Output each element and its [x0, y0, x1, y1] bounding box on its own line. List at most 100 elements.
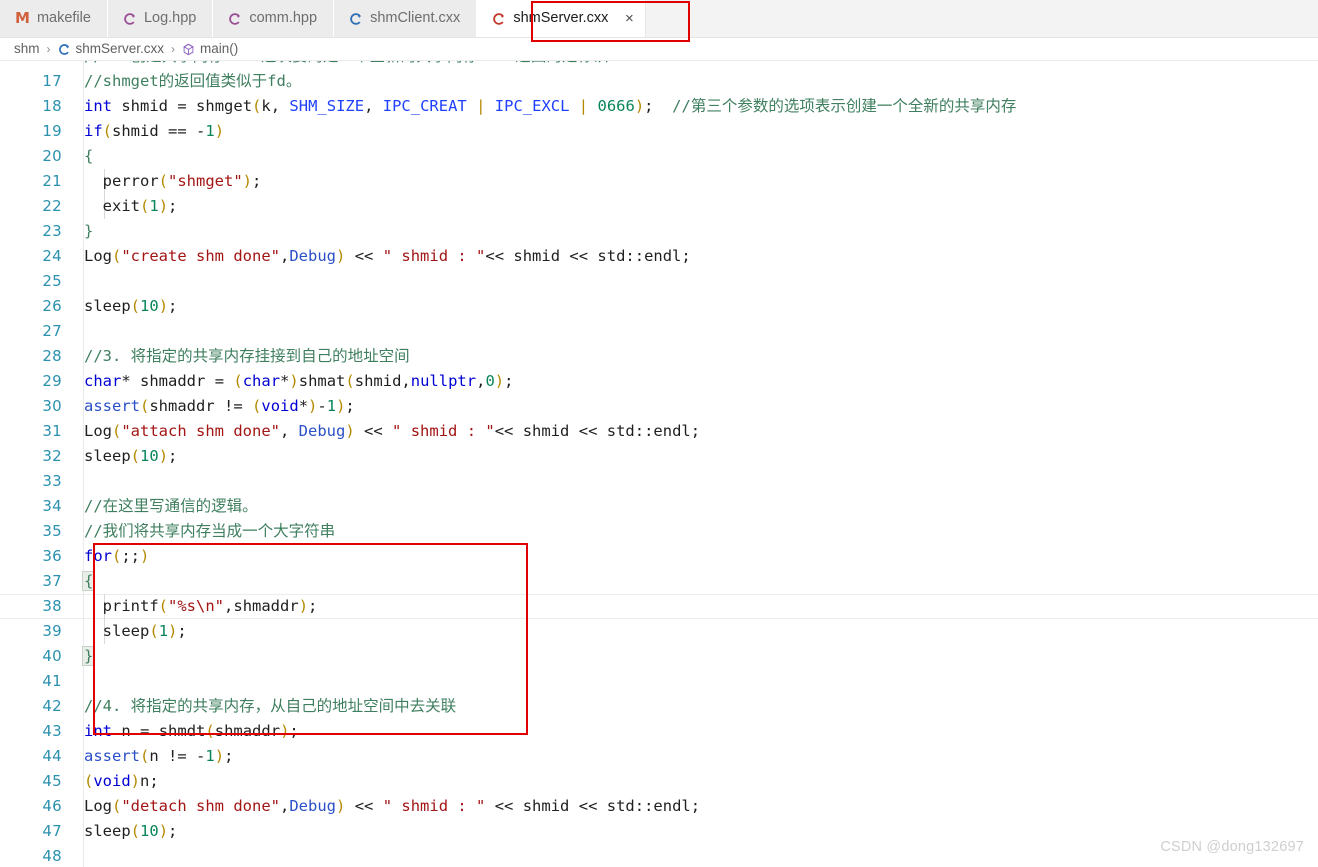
line-number: 43: [42, 722, 62, 740]
code-line-29[interactable]: 29 char* shmaddr = (char*)shmat(shmid,nu…: [0, 369, 1318, 394]
matched-bracket-close: }: [81, 646, 96, 666]
code-lines[interactable]: 17 //shmget的返回值类似于fd。 18 int shmid = shm…: [0, 69, 1318, 867]
line-number: 18: [42, 97, 62, 115]
code-line-42[interactable]: 42 //4. 将指定的共享内存，从自己的地址空间中去关联: [0, 694, 1318, 719]
line-number: 38: [42, 597, 62, 615]
comment-text: //shmget的返回值类似于fd。: [84, 72, 302, 90]
tab-label: comm.hpp: [249, 10, 318, 27]
code-line-17[interactable]: 17 //shmget的返回值类似于fd。: [0, 69, 1318, 94]
line-number: 21: [42, 172, 62, 190]
code-line-20[interactable]: 20 {: [0, 144, 1318, 169]
line-number: 19: [42, 122, 62, 140]
code-line-21[interactable]: 21 perror("shmget");: [0, 169, 1318, 194]
tab-shmclient-cxx[interactable]: shmClient.cxx: [334, 0, 478, 37]
breadcrumb-label: shmServer.cxx: [75, 41, 165, 57]
code-line-18[interactable]: 18 int shmid = shmget(k, SHM_SIZE, IPC_C…: [0, 94, 1318, 119]
code-line-19[interactable]: 19 if(shmid == -1): [0, 119, 1318, 144]
code-line-23[interactable]: 23 }: [0, 219, 1318, 244]
line-number: 41: [42, 672, 62, 690]
line-number: 33: [42, 472, 62, 490]
editor-tab-bar: M makefile Log.hpp comm.hpp shmClient.cx…: [0, 0, 1318, 42]
line-number: 28: [42, 347, 62, 365]
cpp-header-icon: [228, 12, 242, 26]
code-line-34[interactable]: 34 //在这里写通信的逻辑。: [0, 494, 1318, 519]
code-line-36[interactable]: 36 for(;;): [0, 544, 1318, 569]
code-line-32[interactable]: 32 sleep(10);: [0, 444, 1318, 469]
code-line-47[interactable]: 47 sleep(10);: [0, 819, 1318, 844]
tab-log-hpp[interactable]: Log.hpp: [107, 0, 214, 37]
tab-label: shmServer.cxx: [513, 10, 609, 27]
code-line-31[interactable]: 31 Log("attach shm done", Debug) << " sh…: [0, 419, 1318, 444]
line-number: 48: [42, 847, 62, 865]
tab-bar-empty-space: [646, 0, 1318, 37]
breadcrumb-label: main(): [200, 41, 239, 57]
code-line-40[interactable]: 40 }: [0, 644, 1318, 669]
code-line-38[interactable]: 38 printf("%s\n",shmaddr);: [0, 594, 1318, 619]
code-line-48[interactable]: 48: [0, 844, 1318, 867]
line-number: 39: [42, 622, 62, 640]
code-line-43[interactable]: 43 int n = shmdt(shmaddr);: [0, 719, 1318, 744]
code-line-44[interactable]: 44 assert(n != -1);: [0, 744, 1318, 769]
line-number: 42: [42, 697, 62, 715]
line-number: 17: [42, 72, 62, 90]
line-number: 30: [42, 397, 62, 415]
line-number: 35: [42, 522, 62, 540]
line-content: //2. 创建共享内存 这次要的是一个全新的共享内存 返回的是标识: [84, 61, 1318, 69]
code-line-46[interactable]: 46 Log("detach shm done",Debug) << " shm…: [0, 794, 1318, 819]
line-number: 22: [42, 197, 62, 215]
line-number: 40: [42, 647, 62, 665]
line-number: 29: [42, 372, 62, 390]
tab-makefile[interactable]: M makefile: [0, 0, 108, 37]
cpp-source-icon: [58, 43, 71, 56]
code-line-33[interactable]: 33: [0, 469, 1318, 494]
line-number: 45: [42, 772, 62, 790]
code-editor[interactable]: 16 //2. 创建共享内存 这次要的是一个全新的共享内存 返回的是标识 17 …: [0, 61, 1318, 867]
line-number: 16: [0, 61, 62, 69]
tab-comm-hpp[interactable]: comm.hpp: [213, 0, 335, 37]
code-line-41[interactable]: 41: [0, 669, 1318, 694]
code-line-45[interactable]: 45 (void)n;: [0, 769, 1318, 794]
line-number: 26: [42, 297, 62, 315]
code-line-35[interactable]: 35 //我们将共享内存当成一个大字符串: [0, 519, 1318, 544]
breadcrumb-label: shm: [14, 41, 40, 57]
line-number: 37: [42, 572, 62, 590]
code-line-26[interactable]: 26 sleep(10);: [0, 294, 1318, 319]
clipped-line-16: 16 //2. 创建共享内存 这次要的是一个全新的共享内存 返回的是标识: [0, 61, 1318, 69]
line-number: 25: [42, 272, 62, 290]
code-line-28[interactable]: 28 //3. 将指定的共享内存挂接到自己的地址空间: [0, 344, 1318, 369]
line-number: 31: [42, 422, 62, 440]
tab-label: Log.hpp: [143, 10, 197, 27]
makefile-icon: M: [15, 9, 30, 27]
line-number: 46: [42, 797, 62, 815]
code-line-24[interactable]: 24 Log("create shm done",Debug) << " shm…: [0, 244, 1318, 269]
code-line-27[interactable]: 27: [0, 319, 1318, 344]
line-number: 20: [42, 147, 62, 165]
line-number: 27: [42, 322, 62, 340]
chevron-right-icon: ›: [171, 42, 176, 56]
chevron-right-icon: ›: [46, 42, 51, 56]
breadcrumb: shm › shmServer.cxx › main(): [0, 38, 1318, 61]
matched-bracket-open: {: [81, 571, 96, 591]
breadcrumb-item-main[interactable]: main(): [182, 42, 238, 56]
tab-shmserver-cxx[interactable]: shmServer.cxx ×: [477, 0, 647, 37]
line-number: 36: [42, 547, 62, 565]
symbol-method-icon: [182, 43, 195, 56]
cpp-source-icon: [349, 12, 363, 26]
line-number: 34: [42, 497, 62, 515]
tab-label: makefile: [36, 10, 91, 27]
cpp-source-icon: [492, 12, 506, 26]
cpp-header-icon: [123, 12, 137, 26]
line-number: 23: [42, 222, 62, 240]
line-number: 24: [42, 247, 62, 265]
code-line-25[interactable]: 25: [0, 269, 1318, 294]
code-line-22[interactable]: 22 exit(1);: [0, 194, 1318, 219]
close-icon[interactable]: ×: [622, 11, 636, 26]
code-line-30[interactable]: 30 assert(shmaddr != (void*)-1);: [0, 394, 1318, 419]
code-line-39[interactable]: 39 sleep(1);: [0, 619, 1318, 644]
line-number: 32: [42, 447, 62, 465]
code-line-37[interactable]: 37 {: [0, 569, 1318, 594]
breadcrumb-item-shm[interactable]: shm: [14, 42, 40, 56]
line-number: 44: [42, 747, 62, 765]
breadcrumb-item-shmserver-cxx[interactable]: shmServer.cxx: [58, 41, 165, 57]
tab-label: shmClient.cxx: [370, 10, 461, 27]
